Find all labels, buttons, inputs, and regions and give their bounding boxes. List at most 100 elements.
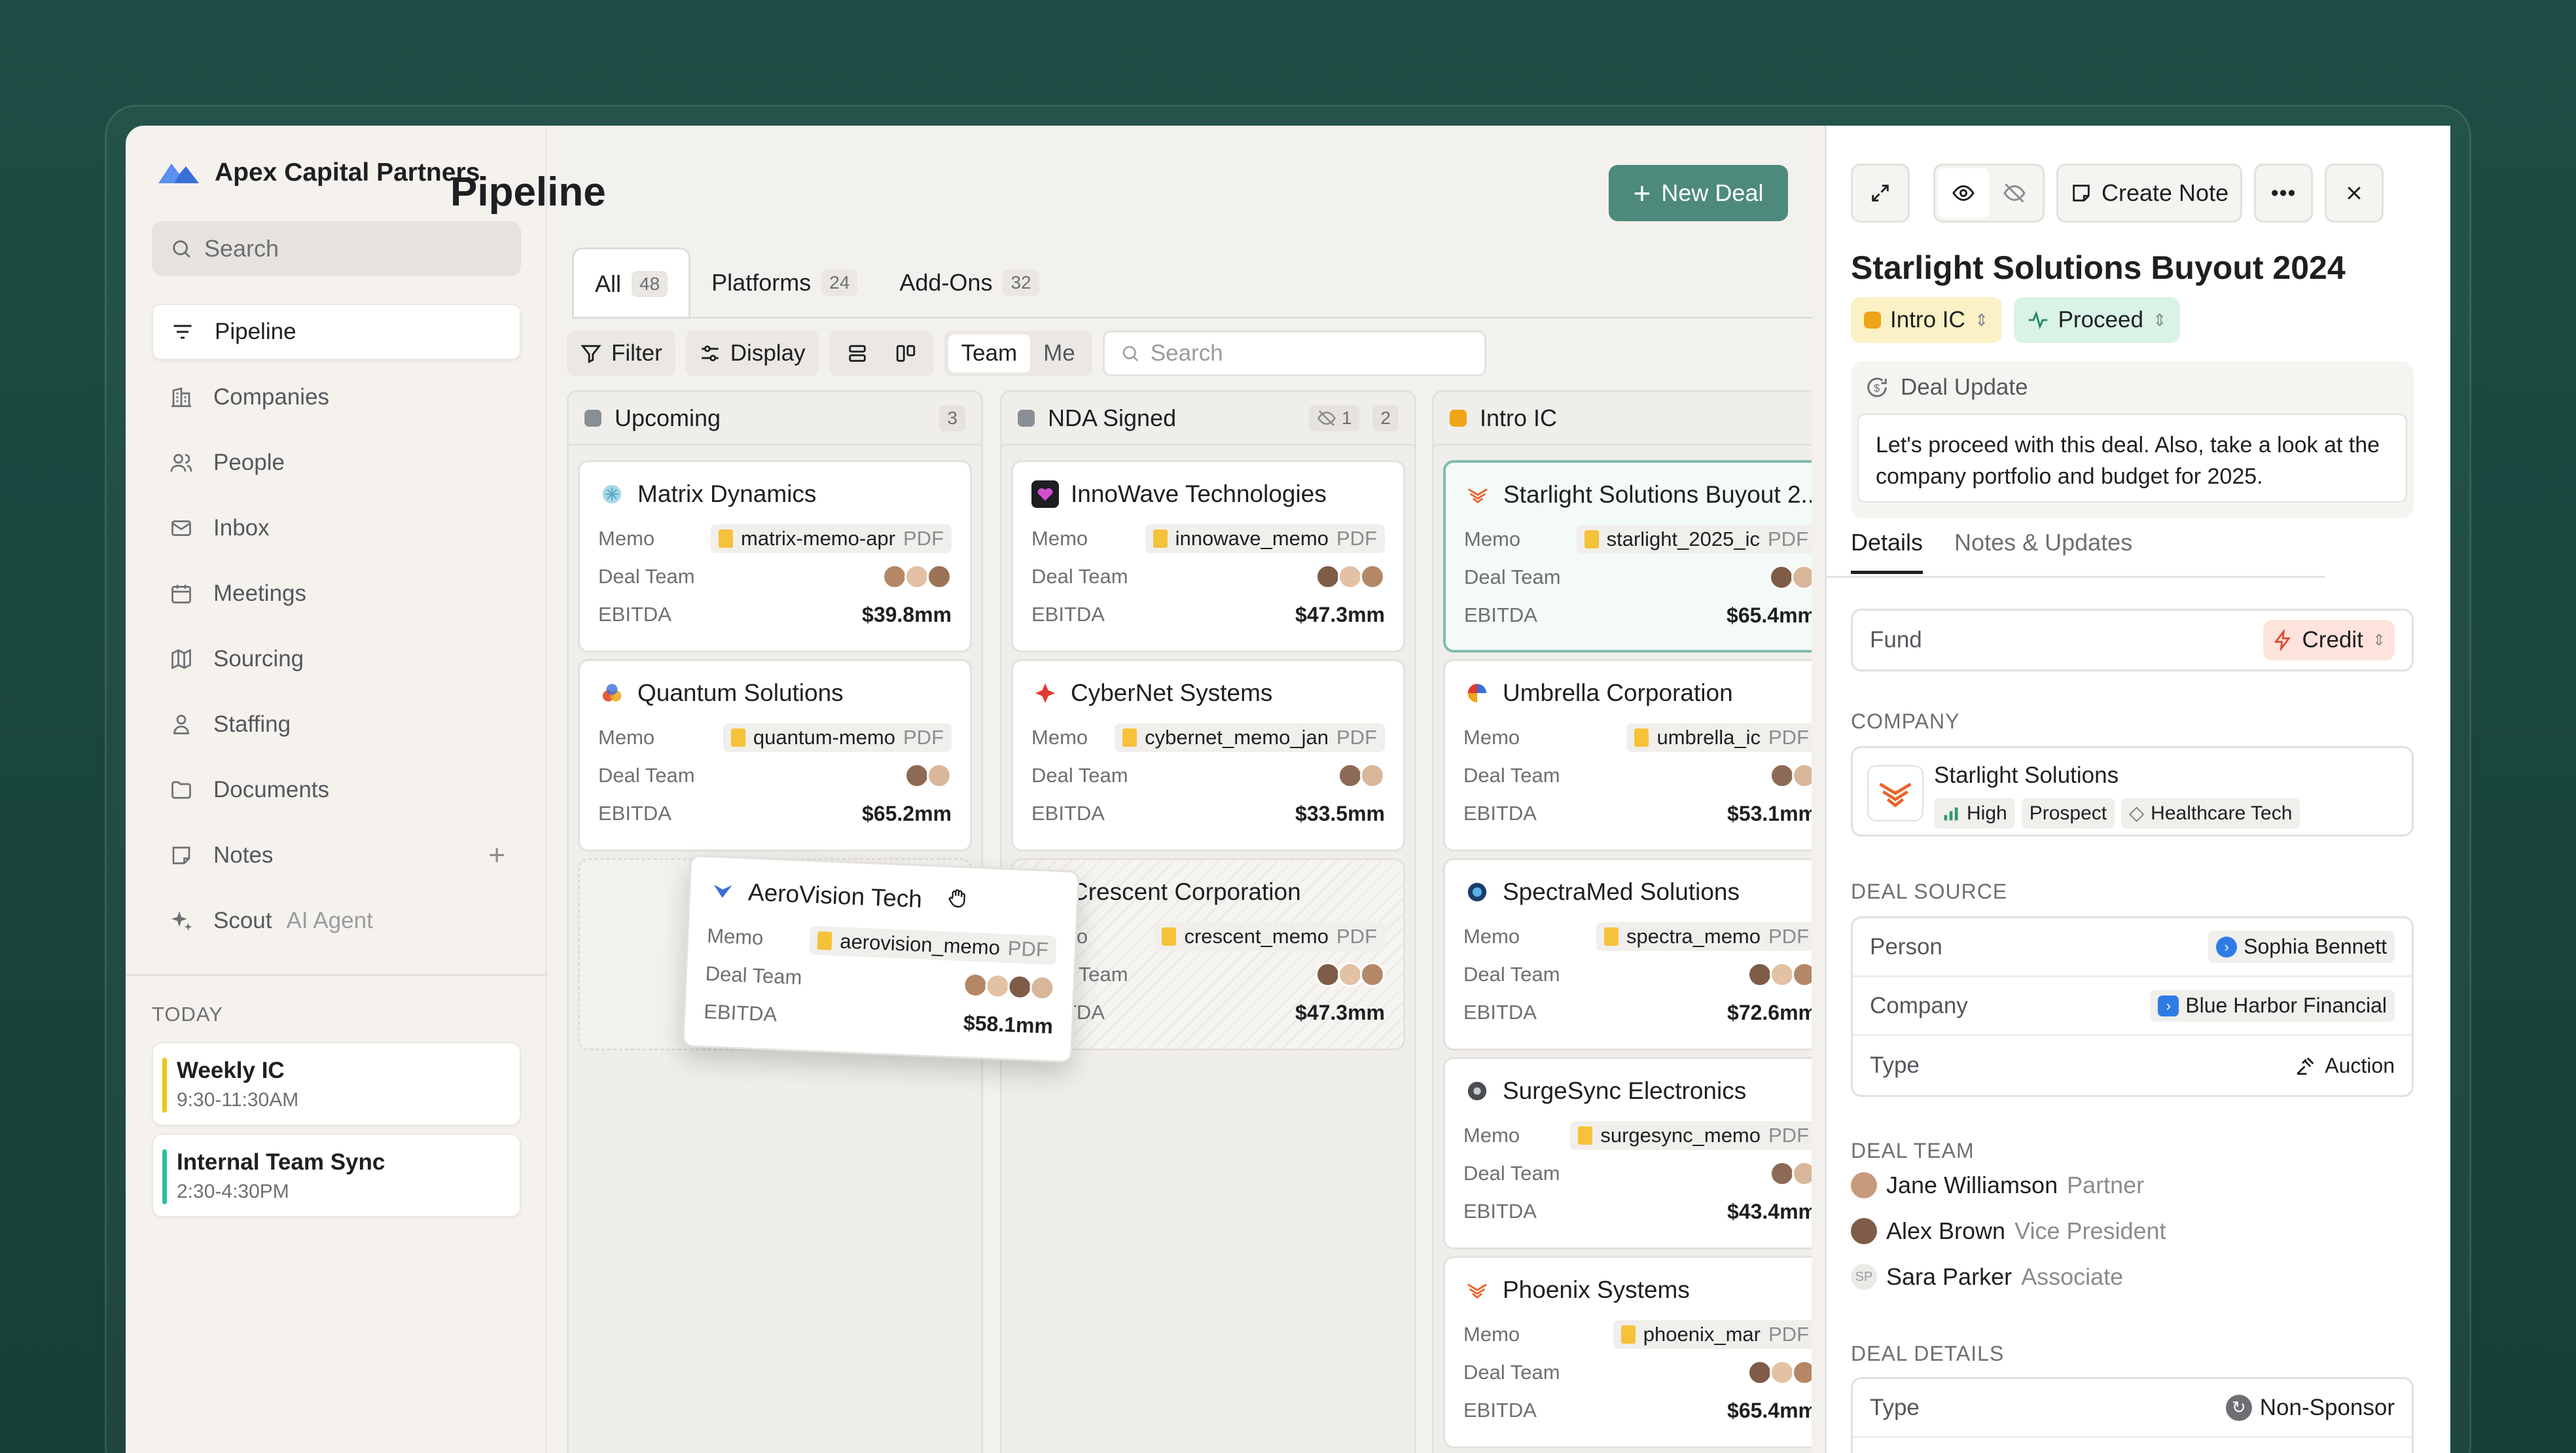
sidebar-search-input[interactable]: Search xyxy=(152,221,521,276)
filter-button[interactable]: Filter xyxy=(567,331,675,376)
ebitda-value: $65.2mm xyxy=(862,801,952,825)
deal-card[interactable]: SurgeSync Electronics Memo surgesync_memo… xyxy=(1443,1057,1812,1249)
event-weekly-ic[interactable]: Weekly IC 9:30-11:30AM xyxy=(152,1042,521,1126)
tab-add-ons[interactable]: Add-Ons 32 xyxy=(878,247,1060,318)
memo-file-chip[interactable]: innowave_memo PDF xyxy=(1145,524,1385,553)
memo-file-chip[interactable]: quantum-memo PDF xyxy=(723,723,952,752)
create-note-button[interactable]: Create Note xyxy=(2056,164,2243,223)
deal-card[interactable]: SpectraMed Solutions Memo spectra_memo PDF… xyxy=(1443,858,1812,1050)
memo-file-chip[interactable]: matrix-memo-apr PDF xyxy=(711,524,952,553)
file-ext: PDF xyxy=(1768,1124,1809,1147)
me-toggle[interactable]: Me xyxy=(1030,334,1088,372)
memo-label: Memo xyxy=(1463,726,1520,749)
close-icon xyxy=(2348,187,2361,200)
hidden-count[interactable]: 1 xyxy=(1308,404,1360,431)
expand-button[interactable] xyxy=(1851,164,1910,223)
memo-file-chip[interactable]: cybernet_memo_jan PDF xyxy=(1115,723,1385,752)
deal-card-title: Phoenix Systems xyxy=(1463,1276,1812,1304)
deal-team-avatars[interactable] xyxy=(882,564,952,589)
sidebar-item-inbox[interactable]: Inbox xyxy=(152,500,521,556)
deal-card[interactable]: Quantum Solutions Memo quantum-memo PDF De… xyxy=(578,659,972,852)
deal-team-avatars[interactable] xyxy=(1315,564,1385,589)
memo-file-chip[interactable]: surgesync_memo PDF xyxy=(1570,1121,1812,1150)
status-select[interactable]: Proceed ⇕ xyxy=(2013,297,2180,343)
team-member[interactable]: SP Sara Parker Associate xyxy=(1851,1263,2123,1291)
memo-file-chip[interactable]: spectra_memo PDF xyxy=(1596,922,1812,951)
deal-team-avatars[interactable] xyxy=(1770,1161,1812,1186)
ebitda-value: $47.3mm xyxy=(1295,1000,1385,1024)
deal-team-avatars[interactable] xyxy=(1338,763,1385,788)
deal-team-row: Deal Team xyxy=(1463,757,1812,795)
sidebar-item-pipeline[interactable]: Pipeline xyxy=(152,304,521,360)
dragged-deal-card[interactable]: AeroVision Tech Memo aerovision_memo PDF D… xyxy=(682,854,1080,1064)
company-card[interactable]: Starlight Solutions High Prospect ◇ Healt… xyxy=(1851,746,2414,836)
team-member[interactable]: Jane Williamson Partner xyxy=(1851,1172,2144,1199)
team-member[interactable]: Alex Brown Vice President xyxy=(1851,1217,2166,1245)
eye-off-icon[interactable] xyxy=(1989,168,2040,218)
deal-card[interactable]: CyberNet Systems Memo cybernet_memo_jan PD… xyxy=(1011,659,1405,852)
memo-file-chip[interactable]: aerovision_memo PDF xyxy=(809,925,1057,965)
new-deal-button[interactable]: + New Deal xyxy=(1609,165,1788,221)
matrix-logo-icon xyxy=(598,480,626,508)
team-toggle[interactable]: Team xyxy=(948,334,1031,372)
tab-all[interactable]: All 48 xyxy=(572,247,691,318)
tab-details[interactable]: Details xyxy=(1851,529,1923,574)
memo-file-chip[interactable]: starlight_2025_ic PDF xyxy=(1576,525,1812,554)
fund-select[interactable]: Credit ⇕ xyxy=(2263,620,2395,660)
list-view-icon[interactable] xyxy=(833,334,882,372)
sidebar-item-notes[interactable]: Notes + xyxy=(152,827,521,884)
sidebar-item-staffing[interactable]: Staffing xyxy=(152,696,521,753)
source-person-pill[interactable]: › Sophia Bennett xyxy=(2208,931,2395,963)
memo-file-chip[interactable]: phoenix_mar PDF xyxy=(1613,1320,1812,1349)
deal-team-avatars[interactable] xyxy=(1747,1360,1812,1385)
source-type-row[interactable]: Type Auction xyxy=(1853,1036,2412,1095)
deal-team-avatars[interactable] xyxy=(962,972,1056,1001)
deal-team-avatars[interactable] xyxy=(1747,962,1812,987)
eye-icon[interactable] xyxy=(1938,168,1989,218)
sidebar-item-companies[interactable]: Companies xyxy=(152,369,521,425)
deal-card[interactable]: Umbrella Corporation Memo umbrella_ic PDF … xyxy=(1443,659,1812,852)
sidebar-item-people[interactable]: People xyxy=(152,435,521,491)
deal-update-text[interactable]: Let's proceed with this deal. Also, take… xyxy=(1857,414,2407,503)
memo-filename: innowave_memo xyxy=(1175,527,1329,550)
stage-select[interactable]: Intro IC ⇕ xyxy=(1851,297,2002,343)
add-note-plus-icon[interactable]: + xyxy=(488,839,505,872)
deal-card[interactable]: Matrix Dynamics Memo matrix-memo-apr PDF D… xyxy=(578,460,972,653)
ebitda-value: $65.4mm xyxy=(1727,1398,1812,1422)
memo-file-chip[interactable]: umbrella_ic PDF xyxy=(1626,723,1812,752)
sidebar-item-documents[interactable]: Documents xyxy=(152,762,521,818)
memo-file-chip[interactable]: crescent_memo PDF xyxy=(1154,922,1385,951)
deal-team-avatars[interactable] xyxy=(1769,565,1812,590)
deal-team-avatars[interactable] xyxy=(1315,962,1385,987)
deal-team-avatars[interactable] xyxy=(1770,763,1812,788)
tab-notes-updates[interactable]: Notes & Updates xyxy=(1954,529,2132,574)
deal-card[interactable]: InnoWave Technologies Memo innowave_memo P… xyxy=(1011,460,1405,653)
event-internal-team-sync[interactable]: Internal Team Sync 2:30-4:30PM xyxy=(152,1134,521,1217)
sidebar-item-meetings[interactable]: Meetings xyxy=(152,565,521,622)
deal-type-row[interactable]: Type ↻ Non-Sponsor xyxy=(1853,1379,2412,1438)
sidebar-item-label: Pipeline xyxy=(215,319,296,344)
source-company-row[interactable]: Company › Blue Harbor Financial xyxy=(1853,977,2412,1036)
source-company-pill[interactable]: › Blue Harbor Financial xyxy=(2150,990,2395,1022)
avatar xyxy=(904,763,929,788)
deal-card[interactable]: Phoenix Systems Memo phoenix_mar PDF Deal … xyxy=(1443,1256,1812,1448)
deal-team-avatars[interactable] xyxy=(904,763,952,788)
new-deal-label: New Deal xyxy=(1661,179,1764,206)
board-view-icon[interactable] xyxy=(882,334,930,372)
deal-team-label: Deal Team xyxy=(1464,565,1561,588)
dollar-refresh-icon: $ xyxy=(1867,378,1887,397)
deal-card-selected[interactable]: Starlight Solutions Buyout 2... Memo star… xyxy=(1443,460,1812,653)
memo-row: Memo innowave_memo PDF xyxy=(1031,520,1385,558)
pipeline-search-input[interactable]: Search xyxy=(1102,331,1486,376)
more-options-button[interactable]: ••• xyxy=(2254,164,2314,223)
note-icon xyxy=(2073,185,2090,202)
display-button[interactable]: Display xyxy=(685,331,819,376)
source-person-row[interactable]: Person › Sophia Bennett xyxy=(1853,918,2412,977)
sidebar-item-scout[interactable]: Scout AI Agent xyxy=(152,893,521,949)
file-icon xyxy=(1162,927,1177,946)
source-label: Company xyxy=(1870,992,1968,1018)
close-panel-button[interactable] xyxy=(2325,164,2384,223)
tab-platforms[interactable]: Platforms 24 xyxy=(690,247,878,318)
avatar xyxy=(1770,1161,1795,1186)
sidebar-item-sourcing[interactable]: Sourcing xyxy=(152,631,521,687)
